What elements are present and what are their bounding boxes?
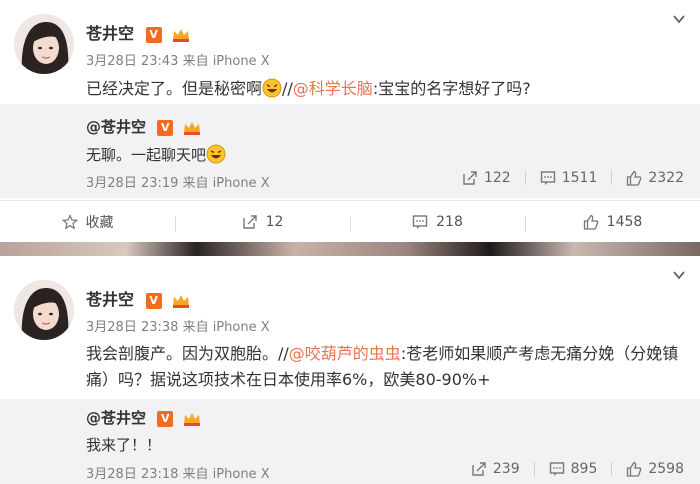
forward-button[interactable]: 12	[175, 214, 350, 232]
repost-comment-button[interactable]: 1511	[540, 170, 597, 186]
repost-forward-button[interactable]: 239	[471, 461, 520, 477]
photo-strip	[0, 242, 700, 256]
repost-block[interactable]: @苍井空 V 无聊。一起聊天吧 3月28日 23:19 来自 iPhone X …	[0, 104, 700, 198]
mention-link[interactable]: @咬葫芦的虫虫	[289, 344, 401, 363]
comment-icon	[540, 171, 555, 185]
repost-forward-button[interactable]: 122	[462, 170, 511, 186]
post-source: 来自 iPhone X	[182, 54, 270, 69]
repost-time[interactable]: 3月28日 23:18 来自 iPhone X	[86, 463, 270, 482]
vip-crown-icon	[184, 121, 201, 135]
repost-text: 无聊。一起聊天吧	[86, 144, 226, 165]
chevron-down-icon[interactable]	[672, 268, 686, 282]
verified-badge-icon: V	[157, 119, 174, 136]
post-meta: 3月28日 23:43 来自 iPhone X	[86, 50, 270, 69]
post-meta: 3月28日 23:38 来自 iPhone X	[86, 316, 270, 335]
post-content: 已经决定了。但是秘密啊//@科学长脑:宝宝的名字想好了吗?	[86, 78, 531, 98]
forward-icon	[242, 214, 257, 229]
repost-stats: 122 1511 2322	[462, 170, 684, 186]
star-icon	[61, 213, 78, 230]
verified-badge-icon: V	[157, 410, 174, 427]
repost-block[interactable]: @苍井空 V 我来了！！ 3月28日 23:18 来自 iPhone X 239…	[0, 399, 700, 484]
vip-crown-icon	[173, 294, 190, 308]
repost-comment-button[interactable]: 895	[549, 461, 597, 477]
like-button[interactable]: 1458	[525, 214, 700, 232]
weibo-post-1: 苍井空 V 3月28日 23:43 来自 iPhone X 已经决定了。但是秘密…	[0, 0, 700, 200]
repost-author[interactable]: @苍井空 V	[86, 116, 202, 137]
author-name[interactable]: 苍井空 V	[86, 286, 191, 310]
favorite-button[interactable]: 收藏	[0, 212, 175, 232]
repost-text: 我来了！！	[86, 436, 162, 454]
comment-button[interactable]: 218	[350, 214, 525, 232]
divider	[611, 171, 613, 185]
repost-author[interactable]: @苍井空 V	[86, 407, 202, 428]
post-action-bar: 收藏 12 218 1458	[0, 200, 700, 242]
avatar[interactable]	[14, 14, 74, 74]
divider	[533, 462, 535, 476]
forward-icon	[472, 462, 486, 476]
laugh-emoji-icon	[206, 144, 226, 164]
divider	[524, 171, 526, 185]
forward-icon	[463, 171, 477, 185]
avatar[interactable]	[14, 280, 74, 340]
repost-like-button[interactable]: 2322	[626, 170, 684, 186]
repost-stats: 239 895 2598	[471, 461, 684, 477]
verified-badge-icon: V	[145, 292, 162, 309]
chevron-down-icon[interactable]	[672, 12, 686, 26]
like-icon	[627, 461, 642, 477]
post-time[interactable]: 3月28日 23:38	[86, 320, 178, 335]
like-icon	[583, 214, 598, 230]
post-content: 我会剖腹产。因为双胞胎。//@咬葫芦的虫虫:苍老师如果顺产考虑无痛分娩（分娩镇痛…	[86, 344, 679, 389]
post-source: 来自 iPhone X	[182, 320, 270, 335]
verified-badge-icon: V	[145, 26, 162, 43]
mention-link[interactable]: @科学长脑	[293, 79, 373, 98]
post-time[interactable]: 3月28日 23:43	[86, 54, 178, 69]
laugh-emoji-icon	[262, 78, 282, 98]
comment-icon	[549, 462, 564, 476]
comment-icon	[412, 214, 428, 229]
vip-crown-icon	[184, 412, 201, 426]
repost-like-button[interactable]: 2598	[626, 461, 684, 477]
repost-time[interactable]: 3月28日 23:19 来自 iPhone X	[86, 172, 270, 191]
like-icon	[627, 170, 642, 186]
vip-crown-icon	[173, 28, 190, 42]
author-name[interactable]: 苍井空 V	[86, 20, 191, 44]
divider	[611, 462, 613, 476]
